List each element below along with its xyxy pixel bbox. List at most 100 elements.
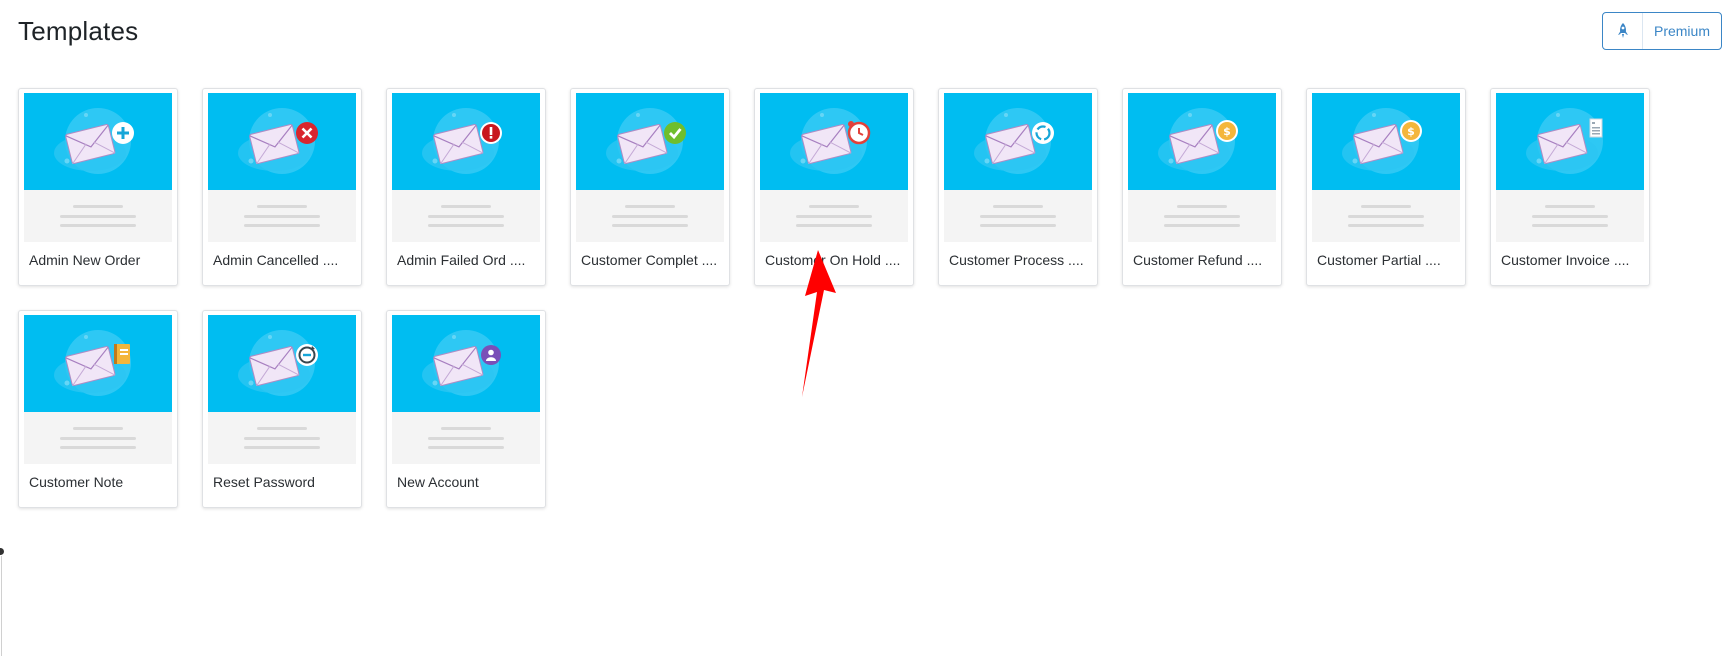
template-card[interactable]: $ Customer Partial .... <box>1306 88 1466 286</box>
templates-page: Templates Premium Admin New Order Admin … <box>0 0 1731 669</box>
template-preview-placeholder <box>392 190 540 242</box>
template-thumbnail <box>1496 93 1644 190</box>
template-name: Admin Failed Ord .... <box>397 252 526 268</box>
placeholder-line <box>244 437 320 440</box>
placeholder-line <box>244 224 320 227</box>
template-thumbnail <box>24 315 172 412</box>
placeholder-line <box>1532 215 1608 218</box>
template-preview-placeholder <box>208 190 356 242</box>
svg-text:$: $ <box>1223 125 1231 138</box>
envelope-check-icon <box>580 93 720 190</box>
template-name: Admin Cancelled .... <box>213 252 339 268</box>
placeholder-line <box>612 215 688 218</box>
envelope-alert-icon <box>396 93 536 190</box>
scroll-handle[interactable] <box>0 548 4 555</box>
template-preview-placeholder <box>1128 190 1276 242</box>
placeholder-line <box>244 446 320 449</box>
template-preview-placeholder <box>1496 190 1644 242</box>
template-preview-placeholder <box>760 190 908 242</box>
template-card[interactable]: Admin Cancelled .... <box>202 88 362 286</box>
placeholder-line <box>1177 205 1227 208</box>
template-thumbnail: $ <box>1128 93 1276 190</box>
template-preview-placeholder <box>24 190 172 242</box>
placeholder-line <box>428 215 504 218</box>
template-card[interactable]: Reset Password <box>202 310 362 508</box>
placeholder-line <box>625 205 675 208</box>
envelope-note-icon <box>28 315 168 412</box>
template-name: Customer On Hold .... <box>765 252 901 268</box>
placeholder-line <box>1532 224 1608 227</box>
envelope-user-icon <box>396 315 536 412</box>
template-thumbnail <box>392 315 540 412</box>
placeholder-line <box>809 205 859 208</box>
template-card[interactable]: Customer On Hold .... <box>754 88 914 286</box>
envelope-plus-icon <box>28 93 168 190</box>
template-thumbnail: $ <box>1312 93 1460 190</box>
template-card[interactable]: Customer Complet .... <box>570 88 730 286</box>
template-preview-placeholder <box>576 190 724 242</box>
placeholder-line <box>796 215 872 218</box>
template-name: Reset Password <box>213 474 315 490</box>
svg-text:$: $ <box>1407 125 1415 138</box>
placeholder-line <box>257 205 307 208</box>
placeholder-line <box>612 224 688 227</box>
envelope-clock-icon <box>764 93 904 190</box>
placeholder-line <box>60 446 136 449</box>
template-name: Customer Complet .... <box>581 252 718 268</box>
placeholder-line <box>441 427 491 430</box>
premium-button[interactable]: Premium <box>1602 12 1722 50</box>
template-name: Customer Process .... <box>949 252 1084 268</box>
placeholder-line <box>257 427 307 430</box>
template-thumbnail <box>760 93 908 190</box>
template-name: Customer Refund .... <box>1133 252 1263 268</box>
template-card[interactable]: $ Customer Refund .... <box>1122 88 1282 286</box>
placeholder-line <box>60 437 136 440</box>
placeholder-line <box>980 224 1056 227</box>
placeholder-line <box>428 224 504 227</box>
placeholder-line <box>1164 224 1240 227</box>
template-name: New Account <box>397 474 479 490</box>
premium-label: Premium <box>1653 23 1710 39</box>
placeholder-line <box>428 446 504 449</box>
placeholder-line <box>1348 215 1424 218</box>
placeholder-line <box>428 437 504 440</box>
placeholder-line <box>441 205 491 208</box>
scroll-track <box>1 556 2 656</box>
template-card[interactable]: Admin New Order <box>18 88 178 286</box>
template-name: Customer Partial .... <box>1317 252 1441 268</box>
template-thumbnail <box>24 93 172 190</box>
envelope-cancel-icon <box>212 93 352 190</box>
template-card[interactable]: Customer Process .... <box>938 88 1098 286</box>
template-card[interactable]: Admin Failed Ord .... <box>386 88 546 286</box>
template-name: Admin New Order <box>29 252 141 268</box>
placeholder-line <box>60 215 136 218</box>
template-thumbnail <box>576 93 724 190</box>
envelope-refresh-icon <box>948 93 1088 190</box>
template-thumbnail <box>208 315 356 412</box>
template-name: Customer Note <box>29 474 124 490</box>
page-title: Templates <box>18 16 139 46</box>
template-card[interactable]: New Account <box>386 310 546 508</box>
placeholder-line <box>980 215 1056 218</box>
template-preview-placeholder <box>944 190 1092 242</box>
placeholder-line <box>1348 224 1424 227</box>
template-preview-placeholder <box>208 412 356 464</box>
placeholder-line <box>60 224 136 227</box>
template-thumbnail <box>944 93 1092 190</box>
template-card[interactable]: Customer Invoice .... <box>1490 88 1650 286</box>
template-preview-placeholder <box>24 412 172 464</box>
placeholder-line <box>244 215 320 218</box>
placeholder-line <box>993 205 1043 208</box>
envelope-invoice-icon <box>1500 93 1640 190</box>
template-name: Customer Invoice .... <box>1501 252 1630 268</box>
placeholder-line <box>1164 215 1240 218</box>
template-thumbnail <box>208 93 356 190</box>
template-preview-placeholder <box>1312 190 1460 242</box>
rocket-icon <box>1603 13 1643 49</box>
placeholder-line <box>1361 205 1411 208</box>
template-grid: Admin New Order Admin Cancelled .... Adm… <box>18 88 1650 508</box>
placeholder-line <box>73 205 123 208</box>
template-card[interactable]: Customer Note <box>18 310 178 508</box>
envelope-coin-icon: $ <box>1316 93 1456 190</box>
placeholder-line <box>1545 205 1595 208</box>
